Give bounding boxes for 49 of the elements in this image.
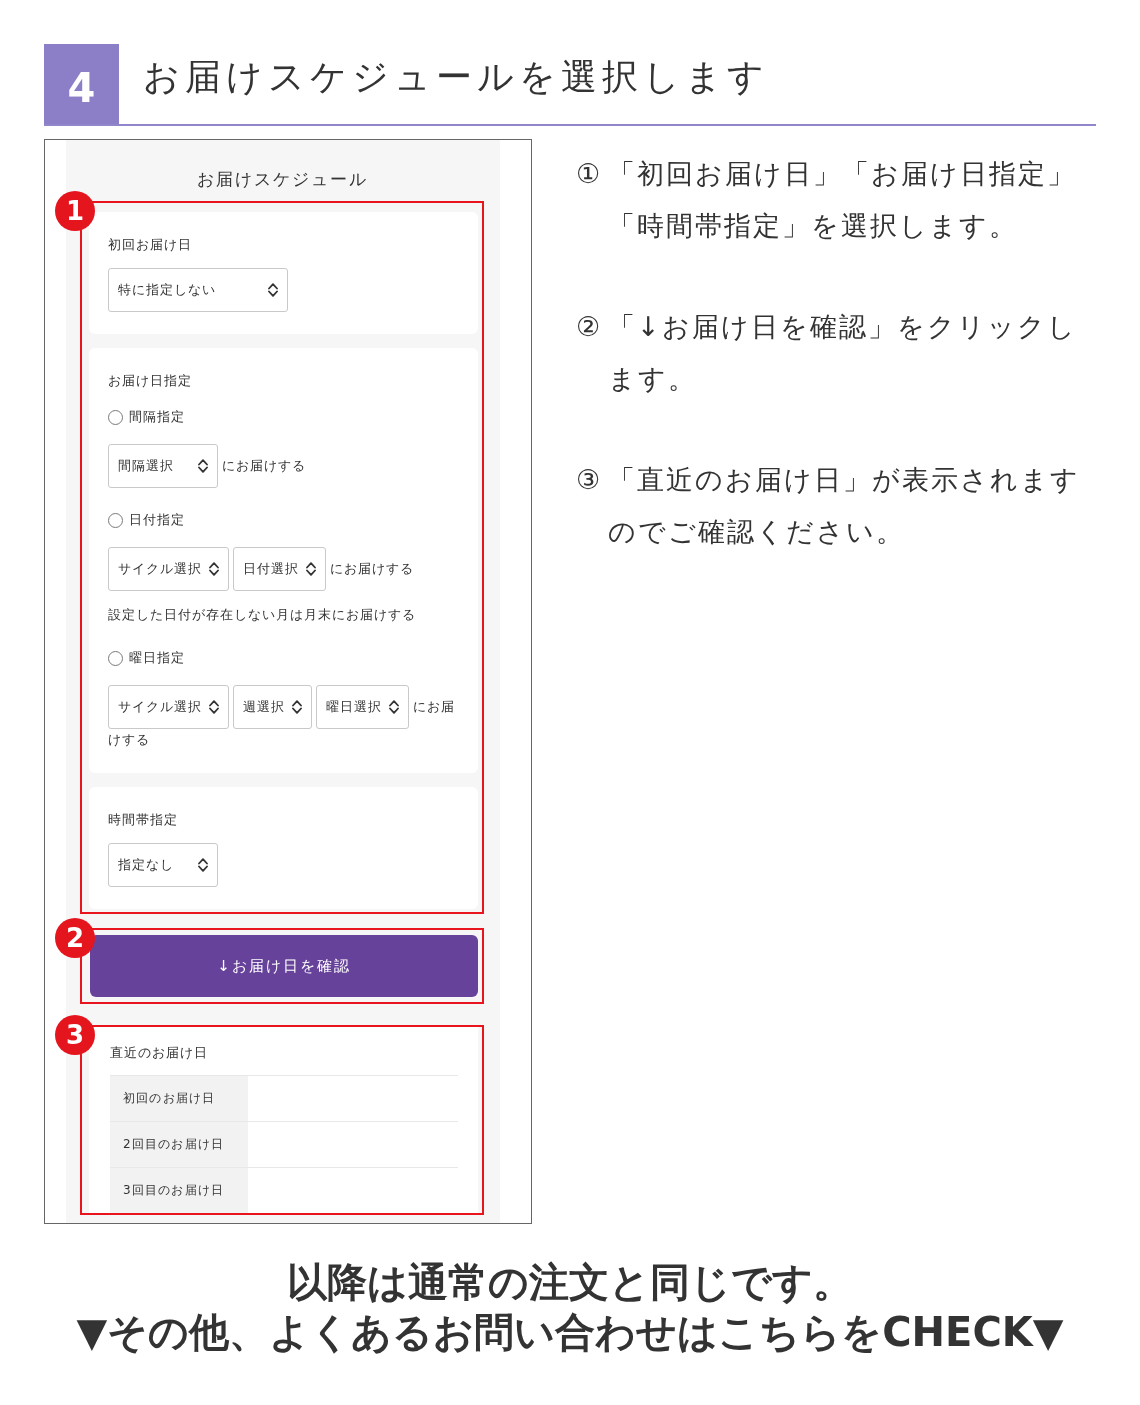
chevron-updown-icon	[389, 700, 399, 714]
step-text: 「初回お届け日」「お届け日指定」「時間帯指定」を選択します。	[608, 157, 1077, 243]
dropdown[interactable]: サイクル選択	[108, 547, 229, 591]
radio-label: 間隔指定	[129, 408, 185, 426]
help-text: 設定した日付が存在しない月は月末にお届けする	[108, 606, 416, 624]
step-text: 「直近のお届け日」が表示されますのでご確認ください。	[608, 463, 1081, 549]
chevron-updown-icon	[268, 283, 278, 297]
suffix-text: にお届けする	[330, 560, 414, 576]
suffix-text: けする	[108, 731, 150, 749]
confirm-button[interactable]: ↓お届け日を確認	[90, 935, 478, 997]
dropdown[interactable]: 間隔選択	[108, 444, 218, 488]
field-label: お届け日指定	[108, 372, 192, 390]
chevron-updown-icon	[209, 700, 219, 714]
dropdown[interactable]: 特に指定しない	[108, 268, 288, 312]
table-header-cell: 3回目のお届け日	[110, 1168, 248, 1213]
radio-button[interactable]	[108, 409, 123, 425]
field-label: 初回お届け日	[108, 236, 192, 254]
field-label: 時間帯指定	[108, 811, 178, 829]
dropdown[interactable]: 週選択	[233, 685, 312, 729]
radio-label: 曜日指定	[129, 649, 185, 667]
closing-text: 以降は通常の注文と同じです。	[287, 1258, 853, 1307]
step-marker: ②	[576, 310, 601, 344]
step-marker: ③	[576, 463, 601, 497]
faq-link[interactable]: ▼その他、よくあるお問い合わせはこちらをCHECK▼	[76, 1307, 1064, 1357]
panel-title: お届けスケジュール	[196, 168, 368, 190]
dropdown[interactable]: 曜日選択	[316, 685, 409, 729]
radio-button[interactable]	[108, 650, 123, 666]
step-badge: 2	[55, 918, 95, 958]
section-title: お届けスケジュールを選択します	[143, 55, 769, 99]
radio-button[interactable]	[108, 512, 123, 528]
dropdown[interactable]: 指定なし	[108, 843, 218, 887]
step-badge: 3	[55, 1015, 95, 1055]
chevron-updown-icon	[198, 459, 208, 473]
results-title: 直近のお届け日	[110, 1044, 208, 1062]
step-badge: 1	[55, 191, 95, 231]
table-header-cell: 初回のお届け日	[110, 1076, 248, 1121]
suffix-text: にお届	[413, 698, 455, 714]
step-text: 「↓お届け日を確認」をクリックします。	[608, 310, 1078, 396]
suffix-text: にお届けする	[222, 457, 306, 473]
table-header-cell: 2回目のお届け日	[110, 1122, 248, 1167]
dropdown[interactable]: サイクル選択	[108, 685, 229, 729]
dropdown[interactable]: 日付選択	[233, 547, 326, 591]
step-marker: ①	[576, 157, 601, 191]
chevron-updown-icon	[306, 562, 316, 576]
chevron-updown-icon	[292, 700, 302, 714]
chevron-updown-icon	[198, 858, 208, 872]
chevron-updown-icon	[209, 562, 219, 576]
step-number-badge: 4	[44, 44, 119, 124]
radio-label: 日付指定	[129, 511, 185, 529]
